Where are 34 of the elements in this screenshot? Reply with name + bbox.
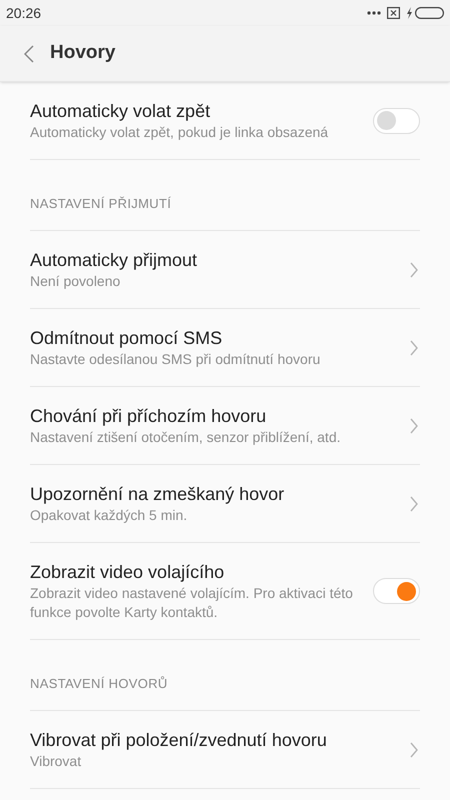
section-header: NASTAVENÍ HOVORŮ (30, 676, 168, 691)
setting-subtitle: Zobrazit video nastavené volajícím. Pro aktivaci této funkce povolte Karty kontaktů. (30, 584, 354, 622)
setting-subtitle: Automaticky volat zpět, pokud je linka obsazená (30, 123, 330, 142)
chevron-icon (410, 340, 418, 356)
setting-subtitle: Nastavte odesílanou SMS při odmítnutí hovoru (30, 350, 322, 369)
chevron-icon (410, 742, 418, 758)
battery-icon (415, 7, 444, 19)
status-time: 20:26 (6, 4, 42, 22)
toggle-switch[interactable] (373, 108, 420, 134)
chevron-icon (410, 262, 418, 278)
setting-subtitle: Opakovat každých 5 min. (30, 506, 188, 525)
toggle-switch[interactable] (373, 578, 420, 604)
setting-subtitle: Vibrovat (30, 752, 82, 771)
more-icon (367, 11, 381, 15)
screen-title: Hovory (50, 41, 116, 66)
setting-row[interactable]: Upozornění na zmeškaný hovor Opakovat každých 5 min. (30, 465, 420, 543)
setting-title: Odmítnout pomocí SMS (30, 327, 224, 350)
setting-row[interactable]: Automaticky přijmout Není povoleno (30, 231, 420, 309)
setting-title: Automaticky přijmout (30, 249, 198, 272)
charging-icon (406, 7, 413, 19)
setting-title: Chování při příchozím hovoru (30, 405, 268, 428)
no-sim-icon (387, 7, 400, 19)
setting-title: Vibrovat při položení/zvednutí hovoru (30, 729, 328, 752)
setting-row[interactable]: Odmítnout pomocí SMS Nastavte odesílanou SMS při odmítnutí hovoru (30, 309, 420, 387)
setting-subtitle: Není povoleno (30, 272, 122, 291)
setting-title: Automaticky volat zpět (30, 100, 212, 123)
section-header: NASTAVENÍ PŘIJMUTÍ (30, 196, 172, 211)
setting-title: Upozornění na zmeškaný hovor (30, 483, 286, 506)
setting-subtitle: Nastavení ztišení otočením, senzor přiblížení, atd. (30, 428, 342, 447)
setting-title: Zobrazit video volajícího (30, 561, 226, 584)
setting-row[interactable]: Vibrovat při položení/zvednutí hovoru Vibrovat (30, 711, 420, 789)
setting-row[interactable]: Chování při příchozím hovoru Nastavení ztišení otočením, senzor přiblížení, atd. (30, 387, 420, 465)
chevron-icon (410, 418, 418, 434)
chevron-icon (410, 496, 418, 512)
